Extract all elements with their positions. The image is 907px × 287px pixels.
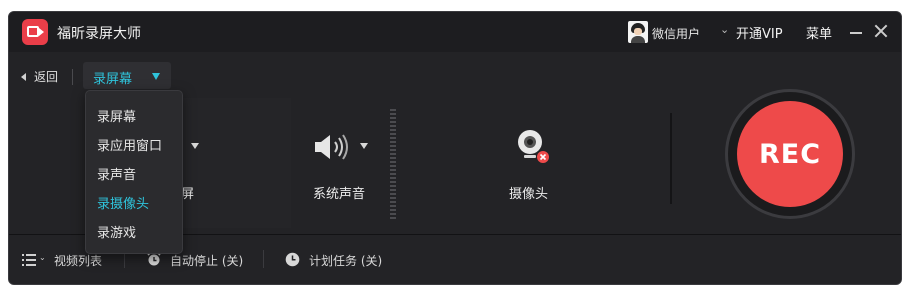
toolbar-divider	[263, 250, 264, 268]
dropdown-item-record-game[interactable]: 录游戏	[97, 222, 136, 241]
video-list-button[interactable]: 视频列表	[54, 252, 102, 269]
speaker-icon[interactable]	[313, 132, 353, 162]
back-arrow-icon	[21, 73, 26, 81]
dropdown-item-record-audio[interactable]: 录声音	[97, 164, 136, 183]
clock-icon[interactable]	[285, 252, 300, 267]
chevron-down-icon[interactable]: ⌄	[720, 23, 729, 36]
dropdown-item-record-webcam[interactable]: 录摄像头	[97, 193, 149, 212]
record-button-label: REC	[758, 138, 822, 170]
audio-level-meter	[390, 109, 396, 219]
minimize-icon[interactable]	[850, 32, 862, 34]
record-button[interactable]: REC	[737, 101, 843, 207]
record-mode-selected-label: 录屏幕	[93, 72, 133, 87]
dropdown-item-record-screen[interactable]: 录屏幕	[97, 106, 136, 125]
webcam-label: 摄像头	[509, 187, 549, 202]
app-window: 福昕录屏大师 微信用户 ⌄ 开通VIP 菜单 返回 录屏幕 屏 系统声音 摄像头…	[8, 11, 902, 285]
audio-options-chevron-icon[interactable]	[360, 143, 368, 149]
user-avatar-icon[interactable]	[628, 21, 648, 43]
record-mode-dropdown: 录屏幕 录应用窗口 录声音 录摄像头 录游戏	[85, 90, 183, 254]
auto-stop-button[interactable]: 自动停止 (关)	[170, 252, 243, 269]
record-mode-select[interactable]: 录屏幕	[83, 62, 171, 89]
scheduled-task-button[interactable]: 计划任务 (关)	[309, 252, 382, 269]
webcam-icon[interactable]	[514, 127, 552, 167]
user-name[interactable]: 微信用户	[652, 25, 700, 42]
vertical-divider	[670, 113, 672, 204]
chevron-down-icon[interactable]: ⌄	[39, 253, 46, 262]
dropdown-arrow-icon	[152, 73, 160, 80]
app-title: 福昕录屏大师	[57, 26, 141, 42]
dropdown-item-record-window[interactable]: 录应用窗口	[97, 135, 162, 154]
screen-options-chevron-icon[interactable]	[191, 143, 199, 149]
nav-divider	[72, 69, 73, 85]
list-icon[interactable]	[22, 254, 36, 266]
alarm-clock-icon[interactable]	[147, 252, 161, 267]
back-label: 返回	[34, 70, 59, 84]
close-icon[interactable]	[873, 23, 889, 39]
menu-button[interactable]: 菜单	[806, 23, 832, 42]
video-camera-logo-icon	[22, 19, 48, 45]
upgrade-vip-button[interactable]: 开通VIP	[736, 23, 783, 42]
system-audio-label: 系统声音	[313, 187, 366, 202]
title-bar: 福昕录屏大师 微信用户 ⌄ 开通VIP 菜单	[9, 12, 901, 52]
